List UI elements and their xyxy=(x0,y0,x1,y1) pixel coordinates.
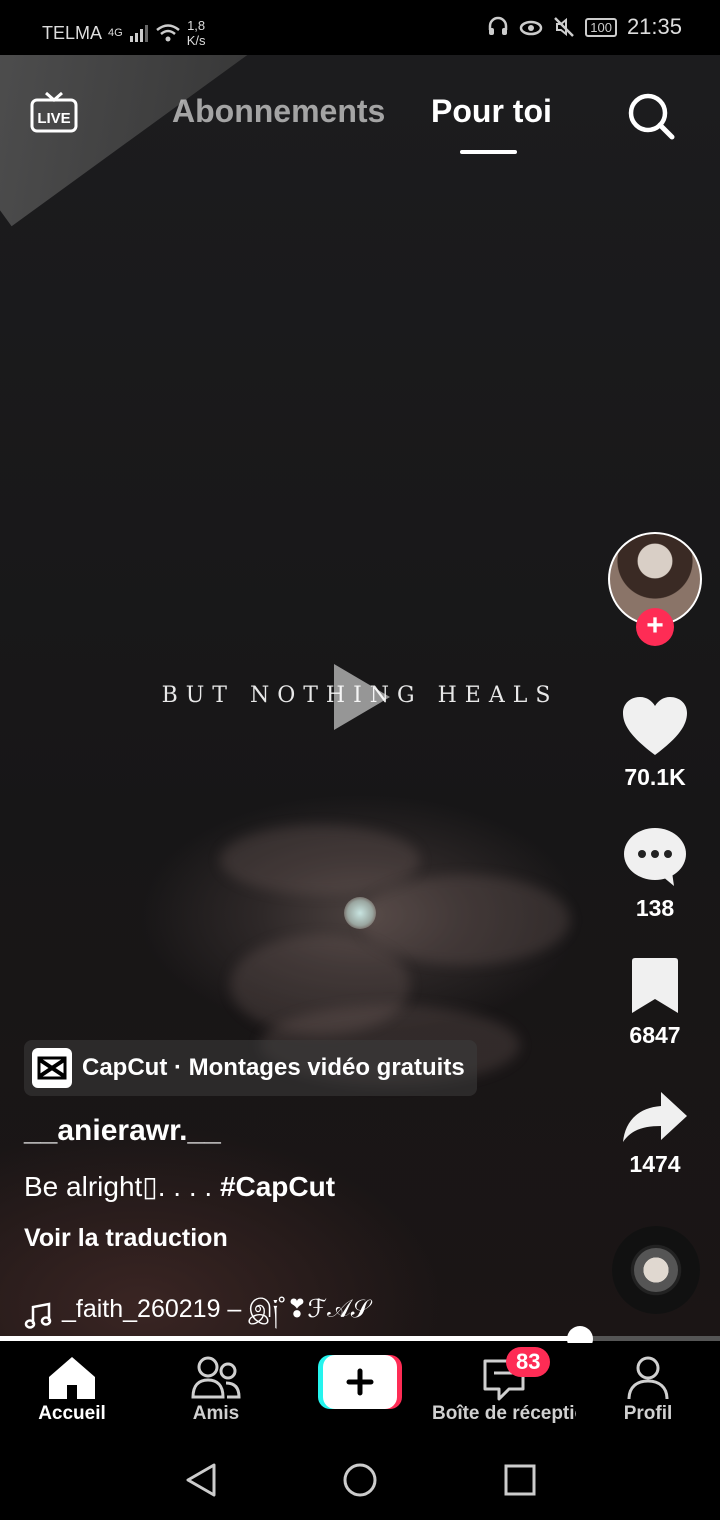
music-note-icon xyxy=(24,1301,52,1329)
capcut-logo-icon xyxy=(32,1048,72,1088)
music-disc-cover xyxy=(634,1248,678,1292)
system-nav-bar xyxy=(0,1440,720,1520)
follow-button[interactable]: + xyxy=(636,608,674,646)
share-arrow-icon xyxy=(623,1092,687,1142)
carrier-name: TELMA xyxy=(42,22,103,43)
live-label: LIVE xyxy=(37,110,70,127)
create-button[interactable] xyxy=(318,1355,402,1409)
tab-for-you[interactable]: Pour toi xyxy=(431,93,552,130)
top-nav: LIVE Abonnements Pour toi xyxy=(0,55,720,165)
post-caption: Be alright▯. . . . #CapCut xyxy=(24,1170,335,1203)
progress-fill xyxy=(0,1336,580,1341)
status-bar: TELMA 4G 1,8 K/s 100 21:35 xyxy=(0,0,720,55)
play-icon[interactable] xyxy=(332,662,392,732)
heart-icon xyxy=(623,697,687,755)
wifi-icon xyxy=(155,24,180,42)
comment-count: 138 xyxy=(635,895,675,921)
music-disc[interactable] xyxy=(612,1226,700,1314)
headset-icon xyxy=(488,16,508,35)
signal-icon xyxy=(129,25,148,42)
clock: 21:35 xyxy=(626,14,682,39)
battery-level: 100 xyxy=(585,17,617,37)
home-circle-icon[interactable] xyxy=(342,1462,378,1498)
caption-hashtag[interactable]: #CapCut xyxy=(220,1171,335,1202)
back-icon[interactable] xyxy=(184,1462,218,1498)
nav-inbox-label: Boîte de réceptio xyxy=(432,1403,576,1424)
friends-icon xyxy=(191,1356,241,1399)
like-count: 70.1K xyxy=(624,764,686,790)
cloud xyxy=(360,875,570,965)
bookmark-icon xyxy=(632,958,678,1013)
profile-icon xyxy=(627,1356,669,1400)
recents-icon[interactable] xyxy=(503,1463,537,1497)
share-count: 1474 xyxy=(629,1151,681,1177)
tab-indicator xyxy=(460,150,517,154)
network-speed: 1,8 K/s xyxy=(186,18,206,48)
eye-icon xyxy=(519,20,543,36)
comment-button[interactable]: 138 xyxy=(610,826,700,922)
capcut-anchor[interactable]: CapCut · Montages vidéo gratuits xyxy=(24,1040,477,1096)
creator-username[interactable]: __anierawr.__ xyxy=(24,1114,221,1148)
nav-home-label: Accueil xyxy=(38,1403,106,1424)
capcut-label: CapCut · Montages vidéo gratuits xyxy=(82,1054,465,1081)
inbox-badge: 83 xyxy=(506,1347,551,1377)
live-icon[interactable]: LIVE xyxy=(30,91,78,133)
caption-text: Be alright▯. . . . xyxy=(24,1171,220,1202)
see-translation-link[interactable]: Voir la traduction xyxy=(24,1224,228,1253)
video-progress-bar[interactable] xyxy=(0,1326,720,1352)
comment-icon xyxy=(624,828,686,886)
save-button[interactable]: 6847 xyxy=(610,957,700,1049)
bottom-nav: Accueil Amis Boîte de réceptio 83 Profil xyxy=(0,1343,720,1440)
tab-following[interactable]: Abonnements xyxy=(172,93,385,130)
cloud xyxy=(220,825,420,895)
moon xyxy=(344,897,376,929)
mute-icon xyxy=(554,17,575,37)
search-icon[interactable] xyxy=(626,91,676,141)
like-button[interactable]: 70.1K xyxy=(610,695,700,791)
save-count: 6847 xyxy=(629,1022,681,1048)
home-icon xyxy=(49,1357,95,1399)
nav-profile-label: Profil xyxy=(623,1403,673,1424)
network-type: 4G xyxy=(108,27,123,39)
nav-friends-label: Amis xyxy=(192,1403,240,1424)
share-button[interactable]: 1474 xyxy=(610,1090,700,1178)
